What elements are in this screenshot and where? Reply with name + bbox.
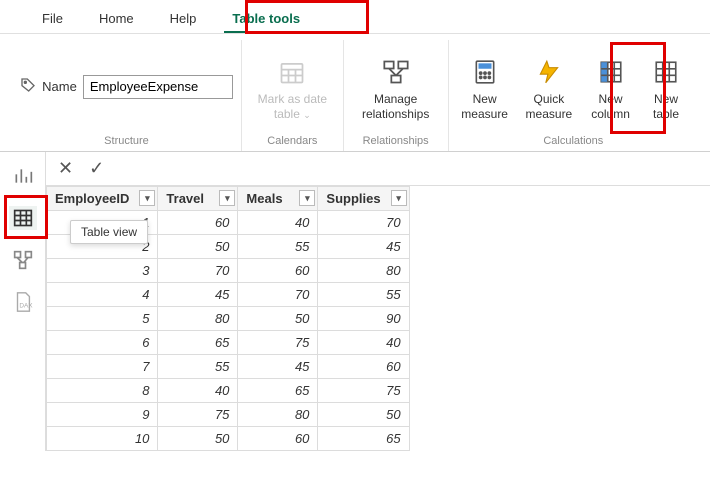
svg-text:DAX: DAX	[19, 303, 33, 310]
ribbon: Name Structure Mark as date table ⌄ Cale…	[0, 34, 710, 152]
cell[interactable]: 45	[318, 235, 409, 259]
cell[interactable]: 55	[238, 235, 318, 259]
new-table-icon	[650, 56, 682, 88]
table-row[interactable]: 10506065	[47, 427, 410, 451]
cell[interactable]: 4	[47, 283, 158, 307]
cell[interactable]: 80	[158, 307, 238, 331]
new-table-button[interactable]: New table	[642, 52, 690, 121]
cell[interactable]: 60	[158, 211, 238, 235]
cell[interactable]: 5	[47, 307, 158, 331]
column-header-employeeid[interactable]: EmployeeID ▾	[47, 187, 158, 211]
cell[interactable]: 65	[318, 427, 409, 451]
table-row[interactable]: 9758050	[47, 403, 410, 427]
cell[interactable]: 65	[158, 331, 238, 355]
cell[interactable]: 50	[238, 307, 318, 331]
cell[interactable]: 65	[238, 379, 318, 403]
cell[interactable]: 8	[47, 379, 158, 403]
filter-dropdown-icon[interactable]: ▾	[219, 190, 235, 206]
cell[interactable]: 9	[47, 403, 158, 427]
manage-relationships-button[interactable]: Manage relationships	[352, 52, 440, 121]
cell[interactable]: 60	[238, 427, 318, 451]
table-row[interactable]: 5805090	[47, 307, 410, 331]
view-switcher: DAX	[0, 152, 46, 451]
new-measure-button[interactable]: New measure	[457, 52, 513, 121]
formula-input[interactable]	[116, 152, 710, 185]
column-header-supplies[interactable]: Supplies ▾	[318, 187, 409, 211]
cell[interactable]: 60	[318, 355, 409, 379]
quick-measure-button[interactable]: Quick measure	[519, 52, 579, 121]
table-row[interactable]: 7554560	[47, 355, 410, 379]
table-row[interactable]: 4457055	[47, 283, 410, 307]
filter-dropdown-icon[interactable]: ▾	[391, 190, 407, 206]
table-view-tooltip: Table view	[70, 220, 148, 244]
cancel-formula-button[interactable]: ✕	[54, 158, 77, 179]
tab-home[interactable]: Home	[81, 5, 152, 32]
table-view-button[interactable]	[9, 206, 37, 230]
cell[interactable]: 10	[47, 427, 158, 451]
cell[interactable]: 45	[238, 355, 318, 379]
model-view-button[interactable]	[9, 248, 37, 272]
commit-formula-button[interactable]: ✓	[85, 158, 108, 179]
cell[interactable]: 80	[238, 403, 318, 427]
group-label-calculations: Calculations	[543, 133, 603, 151]
table-name-input[interactable]	[83, 75, 233, 99]
table-row[interactable]: 8406575	[47, 379, 410, 403]
cell[interactable]: 7	[47, 355, 158, 379]
tab-help[interactable]: Help	[152, 5, 215, 32]
ribbon-group-relationships: Manage relationships Relationships	[344, 40, 449, 151]
relationships-icon	[380, 56, 412, 88]
quick-measure-icon	[533, 56, 565, 88]
ribbon-group-calculations: New measure Quick measure New column New…	[449, 40, 698, 151]
cell[interactable]: 80	[318, 259, 409, 283]
cell[interactable]: 40	[238, 211, 318, 235]
column-header-meals[interactable]: Meals ▾	[238, 187, 318, 211]
ribbon-group-calendars: Mark as date table ⌄ Calendars	[242, 40, 344, 151]
column-header-travel[interactable]: Travel ▾	[158, 187, 238, 211]
cell[interactable]: 45	[158, 283, 238, 307]
table-row[interactable]: 3706080	[47, 259, 410, 283]
formula-bar: ✕ ✓	[46, 152, 710, 186]
group-label-relationships: Relationships	[363, 133, 429, 151]
dax-view-button[interactable]: DAX	[9, 290, 37, 314]
calendar-icon	[276, 56, 308, 88]
cell[interactable]: 90	[318, 307, 409, 331]
group-label-structure: Structure	[104, 133, 149, 151]
mark-as-date-button: Mark as date table ⌄	[250, 52, 335, 121]
new-column-button[interactable]: New column	[585, 52, 636, 121]
filter-dropdown-icon[interactable]: ▾	[139, 190, 155, 206]
cell[interactable]: 70	[158, 259, 238, 283]
cell[interactable]: 60	[238, 259, 318, 283]
cell[interactable]: 75	[158, 403, 238, 427]
group-label-calendars: Calendars	[267, 133, 317, 151]
calculator-icon	[469, 56, 501, 88]
name-label: Name	[42, 79, 77, 94]
cell[interactable]: 70	[238, 283, 318, 307]
table-row[interactable]: 6657540	[47, 331, 410, 355]
ribbon-tabs: File Home Help Table tools	[0, 0, 710, 34]
cell[interactable]: 55	[158, 355, 238, 379]
tab-file[interactable]: File	[24, 5, 81, 32]
cell[interactable]: 40	[158, 379, 238, 403]
report-view-button[interactable]	[9, 164, 37, 188]
cell[interactable]: 55	[318, 283, 409, 307]
tab-table-tools[interactable]: Table tools	[214, 5, 318, 32]
new-column-icon	[595, 56, 627, 88]
cell[interactable]: 50	[318, 403, 409, 427]
cell[interactable]: 6	[47, 331, 158, 355]
cell[interactable]: 75	[318, 379, 409, 403]
cell[interactable]: 50	[158, 427, 238, 451]
cell[interactable]: 3	[47, 259, 158, 283]
cell[interactable]: 40	[318, 331, 409, 355]
ribbon-group-structure: Name Structure	[12, 40, 242, 151]
filter-dropdown-icon[interactable]: ▾	[299, 190, 315, 206]
cell[interactable]: 75	[238, 331, 318, 355]
tag-icon	[20, 77, 36, 96]
cell[interactable]: 50	[158, 235, 238, 259]
cell[interactable]: 70	[318, 211, 409, 235]
